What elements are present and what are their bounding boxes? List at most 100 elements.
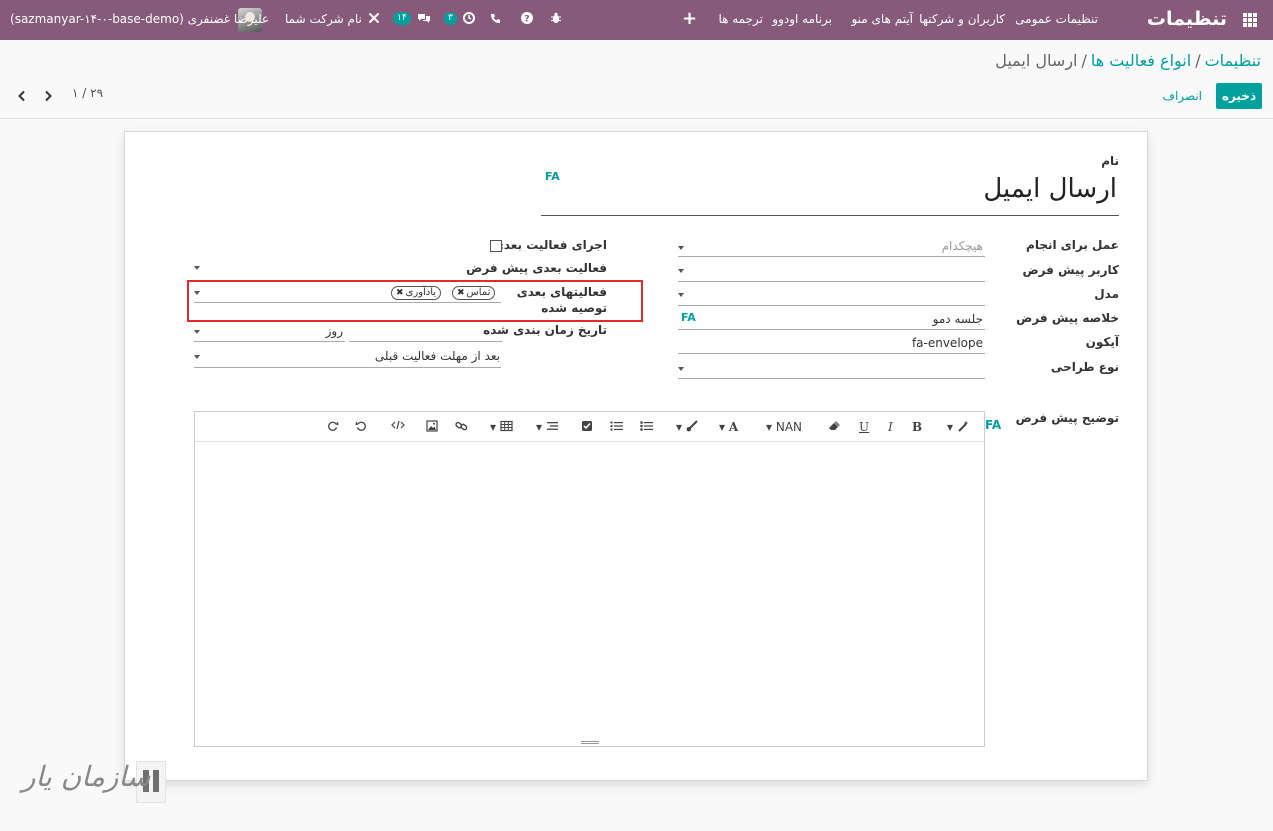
delay-unit-select[interactable]: روز: [326, 324, 343, 338]
app-brand[interactable]: تنظیمات: [1147, 0, 1227, 40]
action-to-do-label: عمل برای انجام: [1026, 238, 1119, 252]
menu-users-companies[interactable]: کاربران و شرکتها: [919, 0, 1005, 40]
checklist-button[interactable]: [581, 419, 593, 435]
watermark-text: سازمان یار: [22, 760, 151, 793]
tag-reminder-label: یادآوری: [405, 287, 437, 298]
messaging-menu[interactable]: ۱۴: [393, 0, 431, 40]
recommended-activities-label: فعالیتهای بعدی توصیه شده: [516, 285, 607, 315]
user-menu[interactable]: علیرضا غضنفری (sazmanyar-۱۴-۰-base-demo): [10, 0, 269, 40]
delay-unit-caret-icon[interactable]: [194, 330, 200, 334]
icon-field-line: [678, 353, 985, 354]
decoration-dropdown-caret-icon[interactable]: [678, 367, 684, 371]
font-size-value: NAN: [775, 420, 803, 434]
paragraph-align-dropdown[interactable]: ▾: [536, 419, 559, 435]
menu-menu-items[interactable]: آیتم های منو: [851, 0, 913, 40]
table-dropdown[interactable]: ▾: [490, 419, 513, 435]
bullet-list-button[interactable]: [640, 419, 653, 435]
remove-tag-icon[interactable]: ✖: [457, 288, 465, 298]
schedule-label: تاریخ زمان بندی شده: [483, 323, 607, 337]
name-input[interactable]: ارسال ایمیل: [983, 174, 1117, 204]
pager-previous-button[interactable]: [15, 86, 29, 106]
redo-icon: [328, 421, 339, 431]
breadcrumb-settings[interactable]: تنظیمات: [1205, 51, 1261, 70]
delay-from-caret-icon[interactable]: [194, 355, 200, 359]
summary-translate-button[interactable]: FA: [681, 311, 696, 324]
image-button[interactable]: [426, 419, 438, 435]
delay-from-select[interactable]: بعد از مهلت فعالیت قبلی: [375, 349, 500, 363]
menu-odoo-app[interactable]: برنامه اودوو: [772, 0, 832, 40]
recommended-field-line: [194, 302, 501, 303]
bold-button[interactable]: B: [912, 419, 922, 435]
menu-translations[interactable]: ترجمه ها: [718, 0, 763, 40]
delay-count-input[interactable]: ۰: [492, 324, 498, 338]
code-icon: [391, 420, 405, 430]
action-to-do-value[interactable]: هیچکدام: [942, 239, 983, 253]
magic-wand-dropdown[interactable]: ▾: [947, 419, 969, 435]
italic-button[interactable]: I: [888, 419, 893, 435]
breadcrumb: تنظیمات/انواع فعالیت ها/ارسال ایمیل: [995, 51, 1261, 70]
code-view-button[interactable]: [391, 419, 405, 436]
debug-bug-icon[interactable]: [550, 0, 562, 40]
top-navbar: تنظیمات تنظیمات عمومی کاربران و شرکتها آ…: [0, 0, 1273, 40]
cancel-button[interactable]: انصراف: [1163, 83, 1202, 109]
activities-menu[interactable]: ۳: [444, 0, 475, 40]
summary-field-line: [678, 329, 985, 330]
svg-text:?: ?: [524, 15, 529, 25]
icon-input[interactable]: fa-envelope: [912, 336, 983, 350]
list-ul-icon: [640, 421, 653, 431]
menu-general-settings[interactable]: تنظیمات عمومی: [1015, 0, 1098, 40]
decoration-type-label: نوع طراحی: [1050, 360, 1119, 374]
company-switcher[interactable]: نام شرکت شما: [285, 0, 362, 40]
help-question-icon[interactable]: ?: [521, 0, 533, 40]
apps-menu-icon[interactable]: [1243, 13, 1257, 27]
form-sheet: نام FA ارسال ایمیل عمل برای انجام هیچکدا…: [124, 131, 1148, 781]
phone-icon[interactable]: [490, 0, 501, 40]
recommended-dropdown-caret-icon[interactable]: [194, 291, 200, 295]
default-user-field-line: [678, 281, 985, 282]
default-next-activity-label: فعالیت بعدی پیش فرض: [466, 261, 607, 275]
breadcrumb-activity-types[interactable]: انواع فعالیت ها: [1091, 51, 1191, 70]
numbered-list-button[interactable]: [610, 419, 623, 435]
default-user-dropdown-caret-icon[interactable]: [678, 269, 684, 273]
font-size-dropdown[interactable]: ▾ NAN: [766, 419, 802, 435]
action-dropdown-caret-icon[interactable]: [678, 246, 684, 250]
paint-brush-dropdown[interactable]: ▾: [676, 419, 698, 435]
eraser-button[interactable]: [828, 419, 841, 435]
undo-button[interactable]: [355, 419, 367, 435]
remove-tag-icon[interactable]: ✖: [396, 288, 404, 298]
control-panel-divider: [0, 118, 1273, 119]
pager-next-button[interactable]: [41, 86, 55, 106]
breadcrumb-separator: /: [1195, 51, 1201, 70]
tag-reminder[interactable]: یادآوری✖: [391, 286, 442, 300]
default-note-editor[interactable]: ▾ B I U ▾ NAN ▾ A ▾ ▾ ▾: [194, 411, 985, 747]
note-translate-button[interactable]: FA: [985, 418, 1001, 432]
icon-label: آیکون: [1085, 335, 1119, 349]
underline-button[interactable]: U: [859, 419, 869, 435]
default-summary-input[interactable]: جلسه دمو: [933, 312, 983, 326]
pager-value[interactable]: ۱ / ۲۹: [72, 86, 103, 100]
name-translate-button[interactable]: FA: [545, 170, 560, 183]
tools-wrench-icon[interactable]: [368, 0, 380, 40]
breadcrumb-separator: /: [1081, 51, 1087, 70]
delay-from-line: [194, 367, 501, 368]
model-field-line: [678, 305, 985, 306]
trigger-next-activity-checkbox[interactable]: [490, 240, 502, 252]
font-color-dropdown[interactable]: ▾ A: [719, 419, 738, 435]
link-button[interactable]: [455, 419, 468, 435]
quick-create-icon[interactable]: +: [682, 0, 697, 40]
activities-count-badge: ۳: [444, 12, 457, 25]
redo-button[interactable]: [327, 419, 339, 435]
save-button[interactable]: ذخیره: [1216, 83, 1262, 109]
editor-resize-handle[interactable]: [581, 741, 599, 744]
default-summary-label: خلاصه پیش فرض: [1016, 311, 1119, 325]
delay-unit-line: [194, 341, 345, 342]
trigger-next-activity-label: اجرای فعالیت بعدی: [492, 238, 607, 252]
model-dropdown-caret-icon[interactable]: [678, 293, 684, 297]
tag-call[interactable]: تماس✖: [452, 286, 496, 300]
default-next-dropdown-caret-icon[interactable]: [194, 266, 200, 270]
undo-icon: [355, 421, 366, 431]
align-icon: [546, 422, 558, 430]
editor-toolbar: ▾ B I U ▾ NAN ▾ A ▾ ▾ ▾: [195, 412, 984, 442]
checkbox-icon: [582, 421, 592, 431]
delay-count-line: [349, 341, 502, 342]
